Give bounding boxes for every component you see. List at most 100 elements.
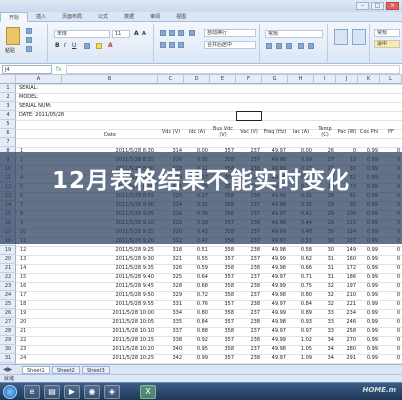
table-cell[interactable]: 338 <box>158 336 182 345</box>
table-cell[interactable]: 30 <box>314 246 334 255</box>
folder-icon[interactable]: ▤ <box>44 385 60 399</box>
table-cell[interactable]: 321 <box>158 255 182 264</box>
table-cell[interactable]: 49.99 <box>262 282 286 291</box>
table-cell[interactable]: 0.71 <box>288 273 312 282</box>
media-icon[interactable]: ▶ <box>64 385 80 399</box>
column-header[interactable]: L <box>380 75 402 84</box>
selected-cell[interactable] <box>236 111 262 121</box>
table-cell[interactable]: 33 <box>314 318 334 327</box>
table-cell[interactable]: 358 <box>210 246 234 255</box>
table-cell[interactable]: 49.99 <box>262 336 286 345</box>
table-cell[interactable]: 0.92 <box>184 336 208 345</box>
table-cell[interactable]: 0.76 <box>184 300 208 309</box>
table-cell[interactable]: 49.99 <box>262 309 286 318</box>
row-header[interactable]: 20 <box>0 255 16 264</box>
tab-review[interactable]: 审阅 <box>142 12 168 22</box>
table-cell[interactable]: 357 <box>210 318 234 327</box>
table-cell[interactable]: 31 <box>314 264 334 273</box>
table-cell[interactable]: 0.89 <box>288 309 312 318</box>
date-cell[interactable]: 2011/5/28 9:40 <box>62 273 154 282</box>
table-cell[interactable]: 258 <box>336 327 356 336</box>
row-header[interactable]: 21 <box>0 264 16 273</box>
font-size-select[interactable]: 11 <box>112 30 130 38</box>
row-header[interactable]: 1 <box>0 84 16 93</box>
borders-icon[interactable] <box>84 43 90 49</box>
number-format-select[interactable]: 常规 <box>265 30 323 38</box>
table-cell[interactable]: 358 <box>210 345 234 354</box>
table-cell[interactable]: 34 <box>314 354 334 363</box>
table-cell[interactable]: 0 <box>380 273 400 282</box>
row-header[interactable]: 26 <box>0 309 16 318</box>
table-cell[interactable]: 329 <box>158 291 182 300</box>
table-cell[interactable]: 0 <box>380 246 400 255</box>
table-cell[interactable]: 49.97 <box>262 300 286 309</box>
table-cell[interactable]: 32 <box>314 300 334 309</box>
excel-icon[interactable]: X <box>140 385 156 399</box>
align-bottom-icon[interactable] <box>178 30 184 36</box>
paste-icon[interactable] <box>6 27 20 45</box>
table-cell[interactable]: 0.99 <box>358 282 378 291</box>
table-cell[interactable]: 270 <box>336 336 356 345</box>
table-cell[interactable]: 0.62 <box>288 255 312 264</box>
bold-icon[interactable]: B <box>55 42 60 49</box>
table-cell[interactable]: 326 <box>158 264 182 273</box>
row-index-cell[interactable]: 18 <box>20 300 36 309</box>
table-cell[interactable]: 0.64 <box>184 273 208 282</box>
table-cell[interactable]: 358 <box>210 264 234 273</box>
table-cell[interactable]: 335 <box>158 318 182 327</box>
table-cell[interactable]: 0.99 <box>358 309 378 318</box>
table-cell[interactable]: 0.99 <box>358 264 378 273</box>
table-cell[interactable]: 0 <box>380 327 400 336</box>
date-cell[interactable]: 2011/5/28 9:45 <box>62 282 154 291</box>
row-index-cell[interactable]: 21 <box>20 327 36 336</box>
column-header[interactable]: F <box>236 75 262 84</box>
column-header[interactable]: H <box>288 75 314 84</box>
column-header[interactable]: K <box>358 75 380 84</box>
browser-icon[interactable]: ◉ <box>84 385 100 399</box>
row-header[interactable]: 5 <box>0 120 16 129</box>
table-cell[interactable]: 149 <box>336 246 356 255</box>
date-cell[interactable]: 2011/5/28 9:50 <box>62 291 154 300</box>
table-cell[interactable]: 0.99 <box>358 291 378 300</box>
table-cell[interactable]: 340 <box>158 345 182 354</box>
italic-icon[interactable]: I <box>64 42 66 49</box>
tab-formulas[interactable]: 公式 <box>90 12 116 22</box>
sheet-tab[interactable]: Sheet3 <box>82 366 110 374</box>
date-cell[interactable]: 2011/5/28 10:15 <box>62 336 154 345</box>
copy-icon[interactable] <box>26 37 32 43</box>
table-cell[interactable]: 31 <box>314 255 334 264</box>
row-header[interactable]: 25 <box>0 300 16 309</box>
table-cell[interactable]: 237 <box>236 291 260 300</box>
comma-style-icon[interactable] <box>286 43 292 49</box>
row-index-cell[interactable]: 19 <box>20 309 36 318</box>
column-header[interactable]: B <box>62 75 158 84</box>
sheet-nav-icon[interactable]: ◀▶ <box>3 366 12 373</box>
table-cell[interactable]: 357 <box>210 300 234 309</box>
shrink-font-icon[interactable]: A <box>142 31 146 37</box>
table-cell[interactable]: 31 <box>314 273 334 282</box>
table-cell[interactable]: 49.97 <box>262 327 286 336</box>
tab-insert[interactable]: 插入 <box>28 12 54 22</box>
table-cell[interactable]: 238 <box>236 282 260 291</box>
maximize-button[interactable]: □ <box>371 2 384 10</box>
row-header[interactable]: 3 <box>0 102 16 111</box>
sheet-tab[interactable]: Sheet2 <box>52 366 80 374</box>
table-cell[interactable]: 0.99 <box>358 246 378 255</box>
table-cell[interactable]: 238 <box>236 354 260 363</box>
table-cell[interactable]: 357 <box>210 354 234 363</box>
table-cell[interactable]: 358 <box>210 327 234 336</box>
table-cell[interactable]: 0 <box>380 309 400 318</box>
table-cell[interactable]: 237 <box>236 273 260 282</box>
column-header[interactable]: D <box>184 75 210 84</box>
table-cell[interactable]: 280 <box>336 345 356 354</box>
date-cell[interactable]: 2011/5/28 9:35 <box>62 264 154 273</box>
date-cell[interactable]: 2011/5/28 9:55 <box>62 300 154 309</box>
table-cell[interactable]: 0.99 <box>358 327 378 336</box>
row-header[interactable]: 30 <box>0 345 16 354</box>
date-cell[interactable]: 2011/5/28 10:10 <box>62 327 154 336</box>
row-index-cell[interactable]: 12 <box>20 246 36 255</box>
style-neutral[interactable]: 适中 <box>374 40 400 48</box>
merge-center-button[interactable]: 合并后居中 <box>204 41 256 49</box>
table-cell[interactable]: 291 <box>336 354 356 363</box>
table-cell[interactable]: 1.05 <box>288 345 312 354</box>
